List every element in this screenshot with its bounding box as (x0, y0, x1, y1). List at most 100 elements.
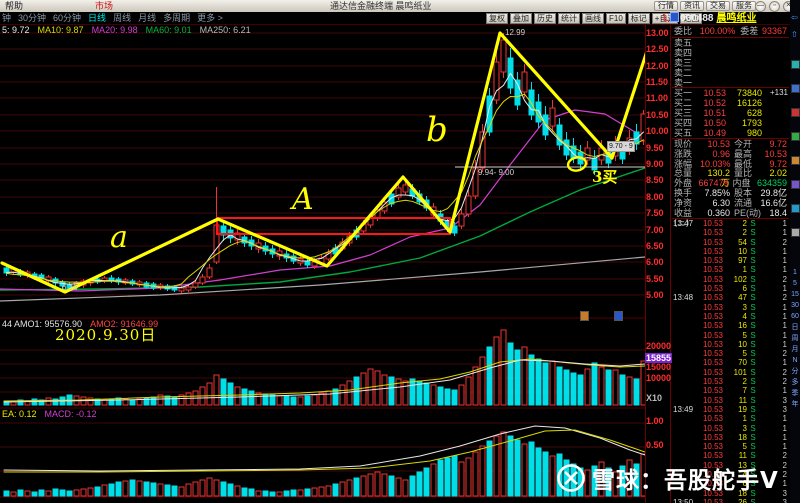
sidebar-period-button[interactable]: 日 (790, 323, 800, 332)
price-axis-label: 11.50 (646, 77, 669, 87)
titlebar-button[interactable]: 行情 (654, 1, 678, 11)
chart-tool-button[interactable]: 画线 (582, 13, 604, 24)
titlebar-button[interactable]: 资讯 (680, 1, 704, 11)
event-marker-orange-icon[interactable] (580, 311, 589, 321)
ma-label: 5: 9.72 (2, 25, 30, 35)
chart-tool-button[interactable]: 复权 (486, 13, 508, 24)
sidebar-period-button[interactable]: 多 (790, 378, 800, 387)
menu-item[interactable]: 帮助 (5, 0, 23, 12)
ma-label: MA10: 9.87 (37, 25, 84, 35)
period-tab[interactable]: 钟 (2, 12, 11, 24)
sidebar-tool-icon[interactable] (791, 132, 800, 141)
nav-arrow-icon[interactable]: ⇦ (791, 13, 798, 22)
right-sidebar: ⇦ ⇧ 1 5 15 30 60 日周月 N 分多季年 (790, 0, 800, 503)
sidebar-period-button[interactable]: 季 (790, 389, 800, 398)
tick-row: 10.53 16 S 1 (702, 321, 787, 331)
current-volume-tag: 15855 (645, 353, 673, 363)
stock-chart-canvas[interactable] (0, 0, 645, 503)
macd-indicator-label: EA: 0.12 (2, 409, 37, 419)
event-marker-blue-icon[interactable] (614, 311, 623, 321)
chart-tool-button[interactable]: 统计 (558, 13, 580, 24)
weibi-row: 委比 100.00% 委差 93367 (672, 26, 789, 36)
stats-row: 收益(三) 0.360 PE(动) 18.4 (674, 207, 787, 228)
tick-row: 10.53 102 S 2 (702, 274, 787, 284)
peak-price-label: 12.99 (505, 28, 526, 37)
macd-axis-label: 1.00 (646, 416, 664, 426)
tick-row: 13:47 10.53 2 S 1 (673, 219, 787, 228)
sidebar-period-button[interactable]: 月 (790, 345, 800, 354)
sidebar-period-button[interactable]: 30 (790, 301, 800, 310)
sidebar-tool-icon[interactable] (791, 60, 800, 69)
titlebar-button[interactable]: 交易 (706, 1, 730, 11)
sidebar-tool-icon[interactable] (791, 180, 800, 189)
buy-row: 买二 10.52 16126 (674, 98, 762, 108)
tick-row: 10.53 1 S 1 (702, 414, 787, 424)
watermark: 雪球：吾股舵手V (556, 461, 779, 495)
tick-row: 13:48 10.53 47 S 2 (673, 293, 787, 303)
volume-indicator-label: AMO2: 91646.99 (90, 319, 159, 329)
sidebar-period-button[interactable]: 1 (790, 268, 800, 277)
wave-label-b: b (426, 110, 448, 150)
wave-label-A: A (292, 182, 314, 217)
volume-axis-label: 10000 (646, 373, 672, 383)
titlebar-button[interactable]: 服务 (732, 1, 756, 11)
nav-arrow-icon[interactable]: ⇧ (791, 30, 798, 39)
chart-tool-button[interactable]: 叠加 (510, 13, 532, 24)
tdx-terminal-window: 13.00 12.50 12.00 11.50 11.00 10.50 10.00 9.50 9… (0, 0, 800, 503)
sidebar-tool-icon[interactable] (791, 108, 800, 117)
tick-row: 10.53 5 S 1 (702, 330, 787, 340)
period-tab[interactable]: 日线 (88, 12, 106, 24)
sidebar-tool-icon[interactable] (791, 156, 800, 165)
tick-row: 10.53 10 S 1 (702, 339, 787, 349)
macd-axis-label: 0.50 (646, 440, 664, 450)
sidebar-period-button[interactable]: 周 (790, 334, 800, 343)
chart-tool-button[interactable]: F10 (606, 13, 626, 24)
macd-indicator-label: MACD: -0.12 (44, 409, 97, 419)
sidebar-tool-icon[interactable] (791, 228, 800, 237)
window-control-button[interactable]: ▫ (769, 1, 780, 12)
tick-row: 10.53 2 S 2 (702, 377, 787, 387)
stock-name[interactable]: 晨鸣纸业 (716, 13, 756, 24)
sidebar-tool-icon[interactable] (791, 84, 800, 93)
weibi-label: 委比 (674, 26, 693, 36)
period-tabs: 钟 30分钟 60分钟 日线 周线 月线 多周期 更多 > (2, 12, 223, 24)
tick-row: 10.53 4 S 1 (702, 311, 787, 321)
tick-row: 10.53 3 S 1 (702, 302, 787, 312)
sidebar-period-button[interactable]: 年 (790, 400, 800, 409)
sidebar-period-button[interactable]: 60 (790, 312, 800, 321)
window-control-button[interactable]: — (755, 1, 766, 12)
period-tab[interactable]: 多周期 (163, 12, 190, 24)
quote-panel: 委比 100.00% 委差 93367 卖五 卖四 卖三 卖二 卖一 买一 10… (672, 24, 789, 503)
sidebar-period-button[interactable]: 15 (790, 290, 800, 299)
chart-tool-button[interactable]: 历史 (534, 13, 556, 24)
ma-label: MA60: 9.01 (145, 25, 192, 35)
tick-row: 10.53 18 S 1 (702, 432, 787, 442)
period-tab[interactable]: 30分钟 (18, 12, 46, 24)
tick-row: 10.53 6 S 1 (702, 284, 787, 294)
volume-axis-label: X10 (646, 393, 663, 403)
chart-tool-button[interactable]: 标记 (627, 13, 650, 24)
sidebar-period-button[interactable]: N (790, 356, 800, 365)
titlebar: 帮助 市场 通达信金融终端 晨鸣纸业 行情 资讯 交易 服务 — ▫ ✕ (0, 0, 800, 12)
price-axis-label: 5.50 (646, 274, 664, 284)
price-axis-label: 7.00 (646, 225, 664, 235)
sidebar-tool-icon[interactable] (791, 204, 800, 213)
toolbar: 钟 30分钟 60分钟 日线 周线 月线 多周期 更多 > 复权 叠加 历史 统计 画线 F10 标记 +自… (0, 12, 800, 25)
tick-row: 13:50 10.53 26 S 3 (673, 497, 787, 503)
volume-axis-label: 20000 (646, 341, 672, 351)
period-tab[interactable]: 更多 > (197, 12, 223, 24)
menu-item[interactable]: 市场 (95, 0, 113, 12)
period-tab[interactable]: 周线 (113, 12, 131, 24)
sell-row: 卖四 (674, 48, 693, 58)
weibi-value: 100.00% (699, 26, 736, 36)
watermark-text: 雪球：吾股舵手V (592, 468, 779, 494)
period-tab[interactable]: 月线 (138, 12, 156, 24)
tick-row: 10.53 5 S 2 (702, 349, 787, 359)
sidebar-period-button[interactable]: 5 (790, 279, 800, 288)
sidebar-period-button[interactable]: 分 (790, 367, 800, 376)
ma-header: 5: 9.72 MA10: 9.87 MA20: 9.98 MA60: 9.01 MA2… (2, 25, 251, 35)
period-tab[interactable]: 60分钟 (53, 12, 81, 24)
ma-label: MA250: 6.21 (199, 25, 251, 35)
price-axis-label: 6.00 (646, 257, 664, 267)
tick-row: 10.53 10 S 1 (702, 246, 787, 256)
